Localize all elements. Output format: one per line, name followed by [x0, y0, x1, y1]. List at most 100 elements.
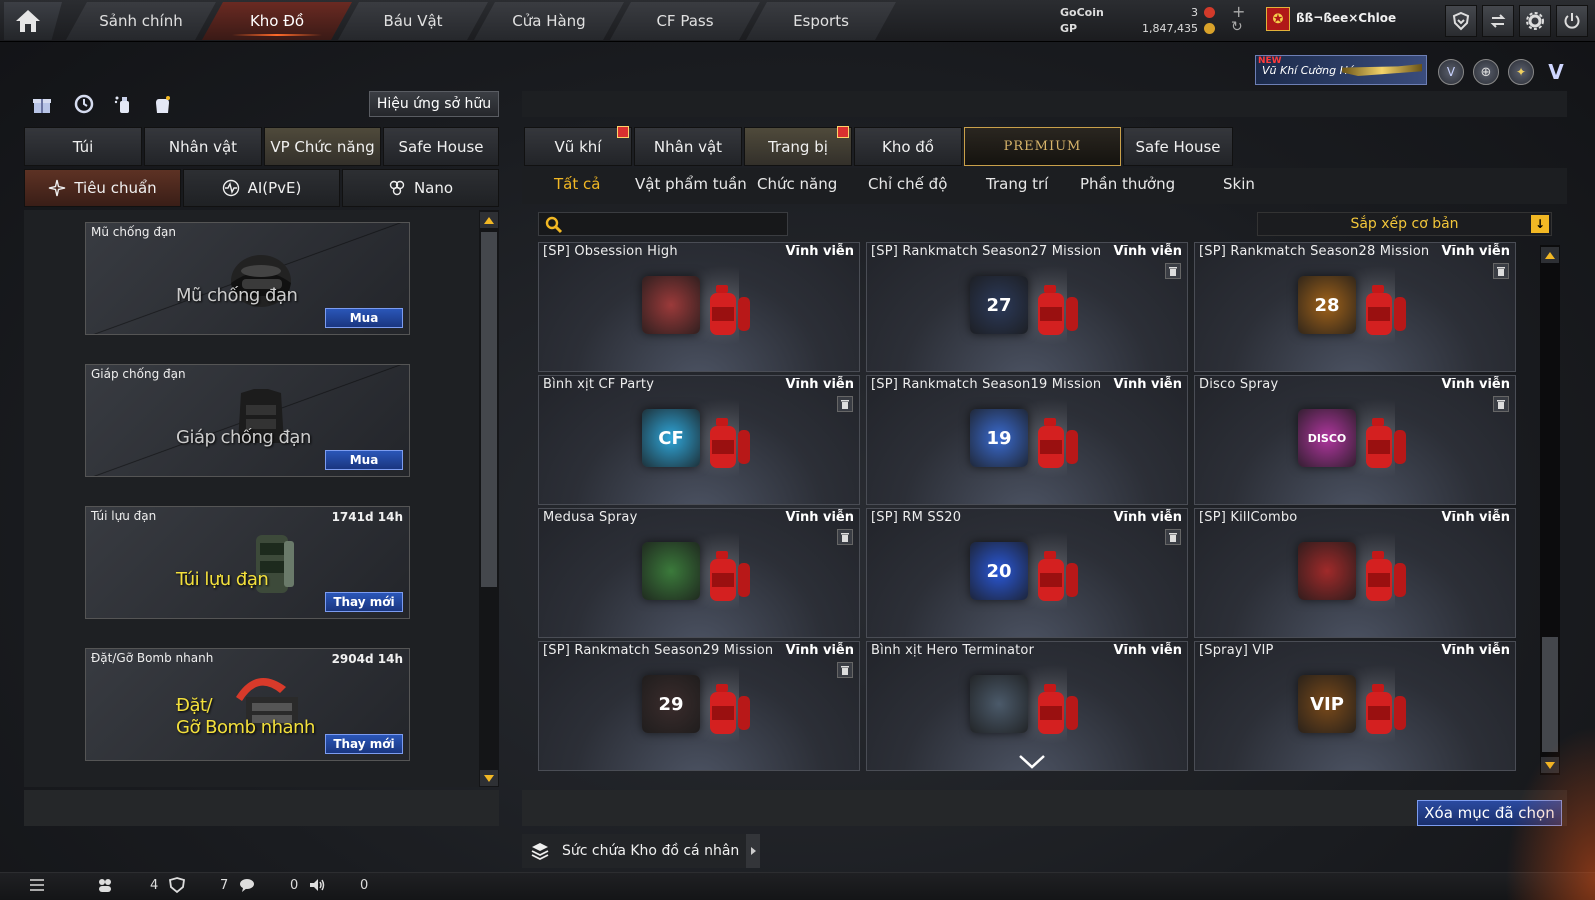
- nav-tab-treasure[interactable]: Báu Vật: [338, 2, 488, 40]
- trash-icon[interactable]: [1165, 263, 1181, 279]
- shield-button[interactable]: [1445, 5, 1477, 37]
- expand-arrow-icon[interactable]: [746, 834, 760, 868]
- filter-decoration[interactable]: Trang trí: [986, 175, 1048, 193]
- left-scroll-thumb[interactable]: [481, 232, 497, 587]
- speaker-icon[interactable]: [308, 876, 328, 896]
- emblem-text: 28: [1314, 294, 1340, 316]
- power-button[interactable]: [1556, 5, 1588, 37]
- vip-emblem-icon[interactable]: V: [1438, 59, 1464, 85]
- tab-vp-function[interactable]: VP Chức năng: [264, 127, 381, 166]
- list-item-grenade-bag[interactable]: Túi lựu đạn 1741d 14h Túi lựu đạn Thay m…: [85, 506, 410, 619]
- tab-safe-house-right[interactable]: Safe House: [1123, 127, 1233, 166]
- nav-tab-inventory[interactable]: Kho Đồ: [202, 2, 352, 40]
- filter-weekly-items[interactable]: Vật phẩm tuần: [635, 175, 747, 193]
- nav-tab-cf-pass[interactable]: CF Pass: [610, 2, 760, 40]
- item-card[interactable]: [SP] Rankmatch Season27 Mission Vĩnh viễn…: [866, 242, 1188, 372]
- renew-button[interactable]: Thay mới: [325, 734, 403, 754]
- buy-button[interactable]: Mua: [325, 450, 403, 470]
- renew-button[interactable]: Thay mới: [325, 592, 403, 612]
- item-card[interactable]: Disco Spray Vĩnh viễn DISCO: [1194, 375, 1516, 505]
- storage-capacity-button[interactable]: Sức chứa Kho đồ cá nhân: [522, 834, 760, 868]
- trash-icon[interactable]: [1493, 263, 1509, 279]
- item-card[interactable]: [SP] Rankmatch Season19 Mission Vĩnh viễn…: [866, 375, 1188, 505]
- subtab-standard[interactable]: Tiêu chuẩn: [24, 169, 181, 207]
- trash-icon[interactable]: [1165, 529, 1181, 545]
- filter-mode-only[interactable]: Chỉ chế độ: [868, 175, 947, 193]
- scroll-up-arrow-icon[interactable]: [480, 212, 498, 228]
- filter-function[interactable]: Chức năng: [757, 175, 837, 193]
- tab-bag[interactable]: Túi: [24, 127, 142, 166]
- search-input[interactable]: [538, 212, 788, 236]
- item-duration: Vĩnh viễn: [1113, 377, 1182, 392]
- trash-icon[interactable]: [837, 396, 853, 412]
- buy-button[interactable]: Mua: [325, 308, 403, 328]
- trash-icon[interactable]: [837, 662, 853, 678]
- filter-skin[interactable]: Skin: [1223, 175, 1255, 193]
- menu-list-icon[interactable]: [28, 876, 48, 896]
- tab-premium[interactable]: PREMIUM: [964, 127, 1121, 166]
- chevron-down-icon[interactable]: [1017, 752, 1047, 772]
- subtab-nano[interactable]: Nano: [342, 169, 499, 207]
- grenade-pouch-icon: [256, 535, 294, 593]
- friends-icon[interactable]: [96, 876, 116, 896]
- glove-icon[interactable]: [150, 92, 174, 116]
- owned-effects-button[interactable]: Hiệu ứng sở hữu: [369, 91, 499, 117]
- sort-select[interactable]: Sắp xếp cơ bản ↓: [1257, 212, 1552, 236]
- clan-shield-icon[interactable]: [168, 876, 188, 896]
- item-card[interactable]: [SP] Rankmatch Season28 Mission Vĩnh viễn…: [1194, 242, 1516, 372]
- item-card[interactable]: [SP] KillCombo Vĩnh viễn: [1194, 508, 1516, 638]
- shield-icon: [1452, 11, 1470, 31]
- scroll-down-arrow-icon[interactable]: [1541, 757, 1559, 773]
- gp-label: GP: [1060, 22, 1078, 35]
- list-item-quick-bomb[interactable]: Đặt/Gỡ Bomb nhanh 2904d 14h Đặt/ Gỡ Bomb…: [85, 648, 410, 761]
- subtab-ai-pve[interactable]: AI(PvE): [183, 169, 340, 207]
- nav-tab-lobby[interactable]: Sảnh chính: [66, 2, 216, 40]
- target-emblem-icon[interactable]: ⊕: [1473, 59, 1499, 85]
- clan-emblem-icon[interactable]: ✦: [1508, 59, 1534, 85]
- item-card[interactable]: [SP] Rankmatch Season29 Mission Vĩnh viễn…: [538, 641, 860, 771]
- refresh-icon[interactable]: ↻: [1231, 19, 1243, 35]
- item-name: [SP] Obsession High: [543, 244, 678, 259]
- trash-icon[interactable]: [1493, 396, 1509, 412]
- right-scroll-thumb[interactable]: [1542, 637, 1558, 752]
- settings-button[interactable]: [1519, 5, 1551, 37]
- scroll-down-arrow-icon[interactable]: [480, 770, 498, 786]
- brand-v-icon[interactable]: V: [1543, 59, 1569, 85]
- item-duration: Vĩnh viễn: [785, 377, 854, 392]
- sort-arrow-icon[interactable]: ↓: [1531, 215, 1549, 233]
- scroll-up-arrow-icon[interactable]: [1541, 247, 1559, 263]
- chat-bubble-icon[interactable]: [238, 876, 258, 896]
- delete-selected-button[interactable]: Xóa mục đã chọn: [1417, 800, 1562, 826]
- item-card[interactable]: [SP] Obsession High Vĩnh viễn: [538, 242, 860, 372]
- nav-tab-shop[interactable]: Cửa Hàng: [474, 2, 624, 40]
- item-card[interactable]: Medusa Spray Vĩnh viễn: [538, 508, 860, 638]
- item-name: Bình xịt CF Party: [543, 377, 655, 392]
- switch-button[interactable]: [1482, 5, 1514, 37]
- item-name: Bình xịt Hero Terminator: [871, 643, 1035, 658]
- item-duration: Vĩnh viễn: [1441, 643, 1510, 658]
- history-icon[interactable]: [72, 92, 96, 116]
- tab-weapons[interactable]: Vũ khí: [524, 126, 632, 166]
- tab-storage[interactable]: Kho đồ: [854, 127, 962, 166]
- tab-safe-house[interactable]: Safe House: [383, 127, 499, 166]
- emblem-text: DISCO: [1307, 431, 1347, 445]
- list-item-helmet[interactable]: Mũ chống đạn Mũ chống đạn Mua: [85, 222, 410, 335]
- filter-all[interactable]: Tất cả: [554, 175, 600, 193]
- weapon-upgrade-banner[interactable]: NEW Vũ Khí Cường Hóa: [1255, 55, 1427, 85]
- filter-rewards[interactable]: Phần thưởng: [1080, 175, 1175, 193]
- tab-character[interactable]: Nhân vật: [144, 127, 262, 166]
- spray-can-icon: [1038, 418, 1078, 468]
- tab-characters[interactable]: Nhân vật: [634, 127, 742, 166]
- item-card[interactable]: Bình xịt CF Party Vĩnh viễn CF: [538, 375, 860, 505]
- armor-vest-icon: [238, 389, 284, 443]
- spray-tool-icon[interactable]: [112, 92, 136, 116]
- trash-icon[interactable]: [837, 529, 853, 545]
- list-item-armor[interactable]: Giáp chống đạn Giáp chống đạn Mua: [85, 364, 410, 477]
- gift-box-icon[interactable]: [30, 92, 54, 116]
- item-card[interactable]: [Spray] VIP Vĩnh viễn VIP: [1194, 641, 1516, 771]
- tab-equipment[interactable]: Trang bị: [744, 126, 852, 166]
- home-icon: [16, 10, 40, 32]
- nav-tab-esports[interactable]: Esports: [746, 2, 896, 40]
- item-card[interactable]: [SP] RM SS20 Vĩnh viễn 20: [866, 508, 1188, 638]
- item-grid: [SP] Obsession High Vĩnh viễn [SP] Rankmat…: [538, 242, 1534, 774]
